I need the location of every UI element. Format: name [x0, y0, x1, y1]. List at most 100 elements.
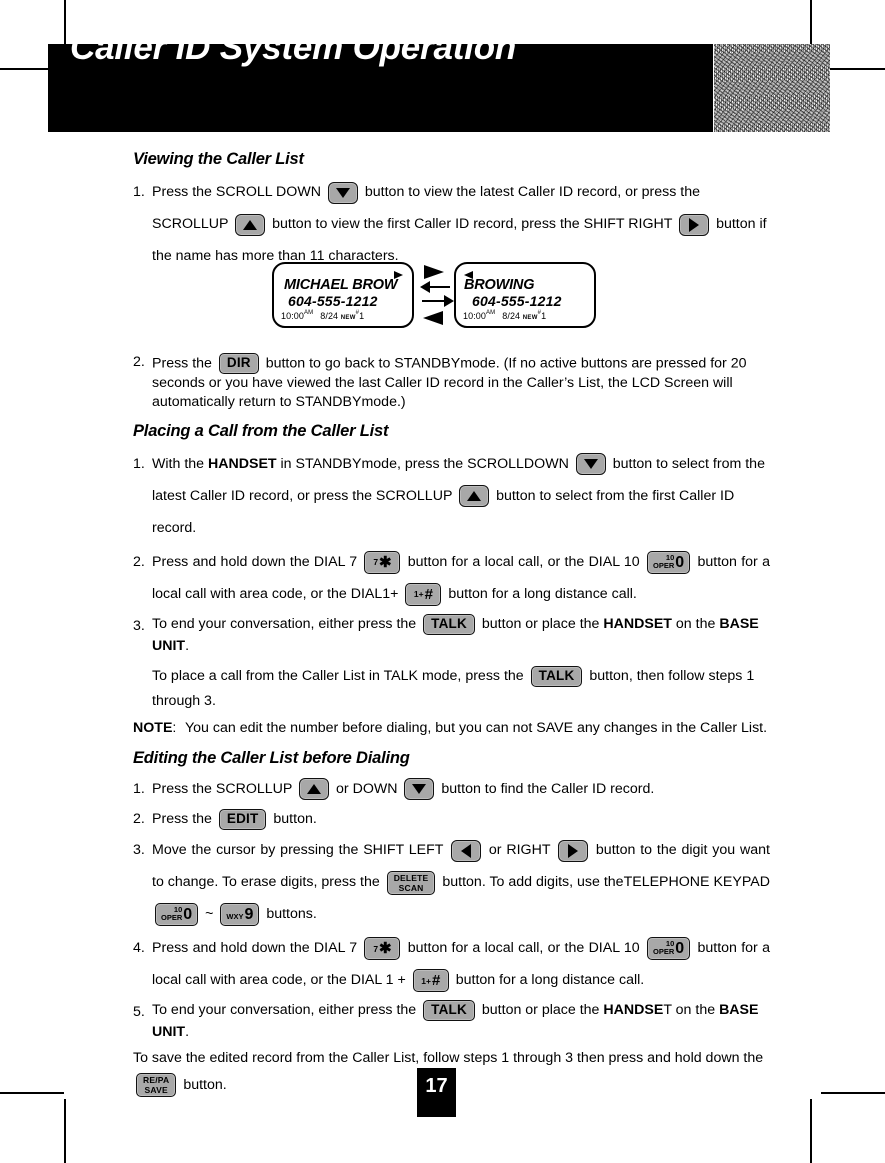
step-text-bold: HANDSET — [603, 615, 672, 632]
step-number: 1. — [133, 781, 145, 798]
shift-right-button[interactable] — [558, 839, 589, 862]
step-editing-2: 2. Press the EDIT button. — [133, 806, 770, 834]
talk-button[interactable]: TALK — [423, 613, 475, 635]
lcd-caller-number: 604-555-1212 — [288, 293, 378, 309]
dir-button[interactable]: DIR — [218, 353, 259, 375]
section-heading-viewing: Viewing the Caller List — [133, 150, 304, 168]
lcd-new-label: NEW — [522, 315, 538, 321]
down-triangle-icon — [412, 784, 427, 795]
lcd-ampm: AM — [304, 310, 314, 316]
scroll-up-button[interactable] — [299, 778, 330, 801]
step-number: 4. — [133, 940, 145, 957]
step-text: button. To add digits, use theTELEPHONE … — [442, 874, 770, 891]
step-text: Move the cursor by pressing the SHIFT LE… — [152, 842, 444, 859]
step-text: buttons. — [266, 906, 317, 923]
lcd-caller-number: 604-555-1212 — [472, 293, 562, 309]
shift-left-button[interactable] — [451, 839, 482, 862]
step-editing-5: 5. To end your conversation, either pres… — [133, 999, 770, 1043]
lcd-caller-name: MICHAEL BROW — [284, 277, 398, 293]
step-text: button for a long distance call. — [455, 972, 645, 989]
step-text: button for a long distance call. — [448, 585, 637, 602]
scroll-down-button[interactable] — [575, 453, 606, 476]
step-text: . — [185, 1024, 190, 1041]
right-triangle-icon — [689, 217, 700, 232]
step-text: . — [185, 637, 190, 654]
step-text: ~ — [205, 906, 214, 923]
step-text: Press the SCROLL DOWN — [152, 184, 321, 201]
talk-button[interactable]: TALK — [423, 999, 475, 1021]
hash-icon: # — [431, 972, 441, 990]
dial-10-oper-zero-button[interactable]: 10 OPER 0 — [155, 903, 199, 927]
page-title: Caller ID System Operation — [70, 28, 517, 67]
dial-1-plus-hash-button[interactable]: 1+ # — [405, 582, 442, 606]
step-number: 3. — [133, 842, 145, 859]
edit-button[interactable]: EDIT — [218, 808, 267, 830]
paragraph-text: To save the edited record from the Calle… — [133, 1050, 764, 1067]
scroll-down-button[interactable] — [327, 181, 358, 204]
shift-right-button[interactable] — [679, 213, 710, 236]
step-text: Press and hold down the DIAL 7 — [152, 553, 358, 570]
paragraph-text: button. — [183, 1077, 227, 1094]
lcd-transition-arrows — [420, 262, 454, 328]
step-text: button. — [273, 810, 317, 827]
dial-7-star-button[interactable]: 7 ✱ — [364, 550, 401, 574]
step-text: button for a local call, or the DIAL 10 — [407, 553, 640, 570]
lcd-screen-right: BROWING 604-555-1212 10:00AM 8/24 NEW#1 — [454, 262, 596, 328]
lcd-time: 10:00 — [281, 311, 305, 321]
key-digit-zero: 0 — [183, 906, 193, 924]
step-text-bold: HANDSE — [603, 1002, 664, 1019]
key-label-oper: 10 OPER — [161, 905, 183, 923]
keypad-9-wxy-button[interactable]: WXY 9 — [220, 903, 260, 927]
step-placing-3: 3. To end your conversation, either pres… — [133, 613, 770, 657]
section-heading-editing: Editing the Caller List before Dialing — [133, 748, 410, 767]
step-editing-4: 4. Press and hold down the DIAL 7 7 ✱ but… — [133, 933, 770, 997]
asterisk-icon: ✱ — [379, 940, 392, 958]
key-digit-nine: 9 — [244, 906, 254, 924]
step-viewing-2: 2. Press the DIR button to go back to ST… — [133, 353, 770, 412]
delete-scan-line2: SCAN — [398, 882, 424, 893]
step-editing-1: 1. Press the SCROLLUP or DOWN button to … — [133, 776, 770, 804]
key-label-oper: 10 OPER — [652, 939, 675, 957]
up-triangle-icon — [307, 784, 322, 795]
lcd-display-figure: MICHAEL BROW 604-555-1212 10:00AM 8/24 NE… — [272, 262, 608, 332]
step-text: in STANDBYmode, press the SCROLLDOWN — [280, 456, 569, 473]
lcd-meta-line: 10:00AM 8/24 NEW#1 — [281, 310, 364, 321]
scroll-up-button[interactable] — [235, 213, 266, 236]
step-placing-2: 2. Press and hold down the DIAL 7 7 ✱ but… — [133, 547, 770, 611]
repa-save-button[interactable]: RE/PA SAVE — [136, 1073, 177, 1098]
up-triangle-icon — [467, 491, 482, 502]
delete-scan-button[interactable]: DELETE SCAN — [386, 870, 436, 895]
step-text: T on the — [663, 1002, 716, 1019]
header-texture-swatch — [714, 44, 830, 132]
paragraph-text: To place a call from the Caller List in … — [152, 667, 524, 684]
lcd-screen-left: MICHAEL BROW 604-555-1212 10:00AM 8/24 NE… — [272, 262, 414, 328]
step-text: button to find the Caller ID record. — [441, 781, 655, 798]
step-text: button to view the latest Caller ID reco… — [364, 184, 701, 201]
scroll-up-button[interactable] — [459, 485, 490, 508]
step-number: 2. — [133, 810, 145, 827]
dial-7-star-button[interactable]: 7 ✱ — [364, 937, 401, 961]
dial-1-plus-hash-button[interactable]: 1+ # — [412, 969, 449, 993]
lcd-date: 8/24 — [502, 311, 521, 321]
asterisk-icon: ✱ — [379, 553, 392, 571]
scroll-down-button[interactable] — [404, 778, 435, 801]
step-viewing-1: 1. Press the SCROLL DOWN button to view … — [133, 177, 770, 273]
note-label: NOTE — [133, 719, 173, 736]
talk-button[interactable]: TALK — [530, 665, 583, 687]
key-digit-zero: 0 — [675, 940, 685, 958]
step-text: button to view the first Caller ID recor… — [272, 216, 673, 233]
step-text: With the — [152, 456, 205, 473]
step-text: Press the — [152, 355, 212, 372]
step-number: 2. — [133, 354, 145, 371]
note-colon: : — [172, 719, 177, 736]
left-triangle-icon — [423, 311, 443, 325]
delete-scan-line1: DELETE — [393, 872, 429, 883]
repa-save-line2: SAVE — [144, 1085, 168, 1096]
dial-10-oper-zero-button[interactable]: 10 OPER 0 — [646, 550, 691, 574]
hash-icon: # — [424, 585, 433, 603]
dial-10-oper-zero-button[interactable]: 10 OPER 0 — [646, 937, 691, 961]
step-number: 1. — [133, 184, 145, 201]
lcd-ampm: AM — [486, 310, 496, 316]
crop-mark-bottom-left-vertical — [64, 1099, 66, 1163]
crop-mark-bottom-right-vertical — [810, 1099, 812, 1163]
